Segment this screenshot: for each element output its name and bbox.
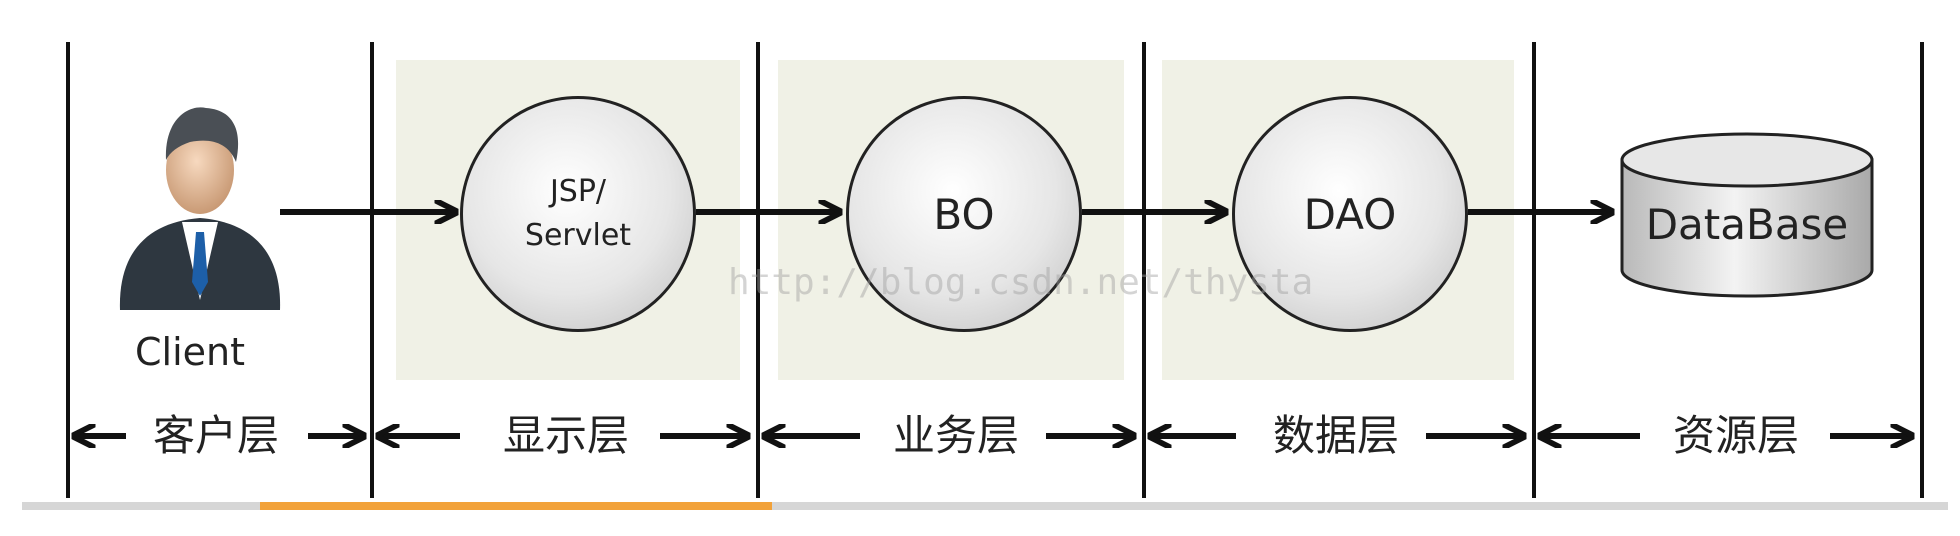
tier-label-client: 客户层 bbox=[126, 408, 306, 464]
dao-label: DAO bbox=[1303, 189, 1397, 239]
tier-label-business: 业务层 bbox=[866, 408, 1046, 464]
watermark-text: http://blog.csdn.net/thysta bbox=[728, 262, 1314, 303]
jsp-servlet-node: JSP/ Servlet bbox=[460, 96, 696, 332]
tier-label-data: 数据层 bbox=[1246, 408, 1426, 464]
database-label: DataBase bbox=[1645, 200, 1849, 249]
architecture-diagram: JSP/ Servlet BO DAO DataBase Client 客户层 … bbox=[0, 0, 1960, 536]
bottom-accent-bar bbox=[260, 502, 772, 510]
tier-label-presentation: 显示层 bbox=[476, 408, 656, 464]
client-label: Client bbox=[134, 330, 245, 374]
user-icon bbox=[119, 107, 281, 310]
jsp-servlet-label: JSP/ Servlet bbox=[524, 174, 632, 253]
bo-label: BO bbox=[933, 189, 995, 239]
tier-label-resource: 资源层 bbox=[1646, 408, 1826, 464]
